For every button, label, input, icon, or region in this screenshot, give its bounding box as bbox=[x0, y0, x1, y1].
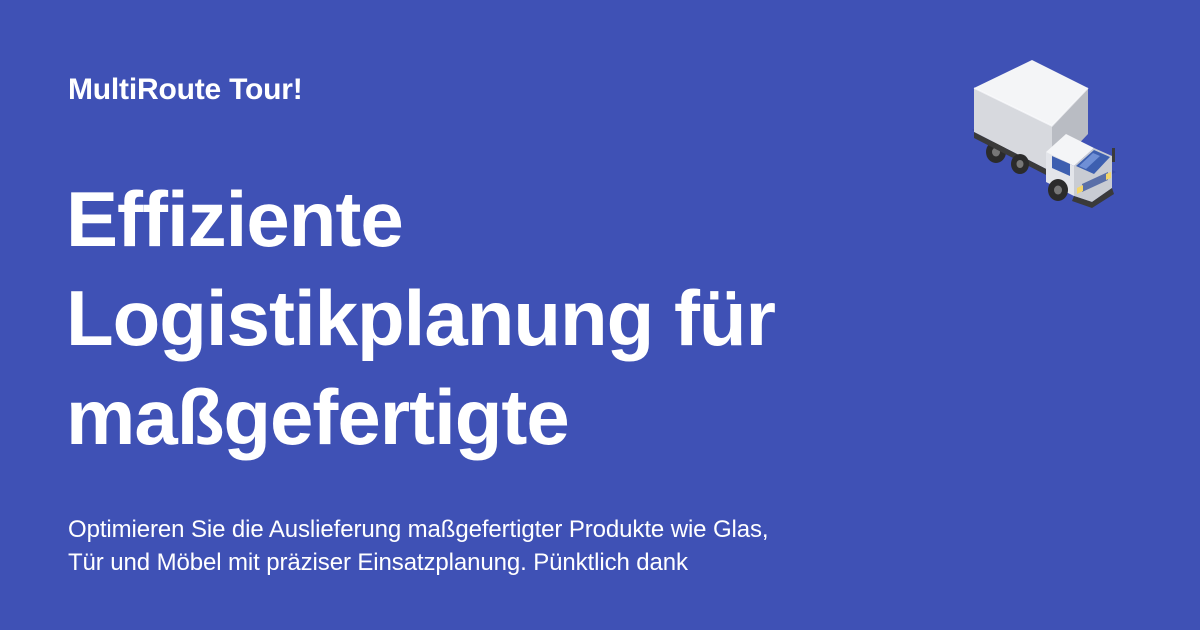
headline-line: Logistikplanung für bbox=[66, 274, 776, 362]
description-line: Optimieren Sie die Auslieferung maßgefer… bbox=[68, 516, 769, 543]
description: Optimieren Sie die Auslieferung maßgefer… bbox=[68, 513, 968, 579]
brand-name: MultiRoute Tour! bbox=[68, 73, 303, 106]
headline-line: Effiziente bbox=[66, 175, 404, 263]
delivery-truck-icon bbox=[972, 60, 1116, 208]
social-card: MultiRoute Tour! Effiziente Logistikplan… bbox=[0, 0, 1200, 630]
description-line: Tür und Möbel mit präziser Einsatzplanun… bbox=[68, 549, 688, 576]
headline-line: maßgefertigte bbox=[66, 373, 570, 461]
headline: Effiziente Logistikplanung für maßgefert… bbox=[66, 170, 946, 467]
